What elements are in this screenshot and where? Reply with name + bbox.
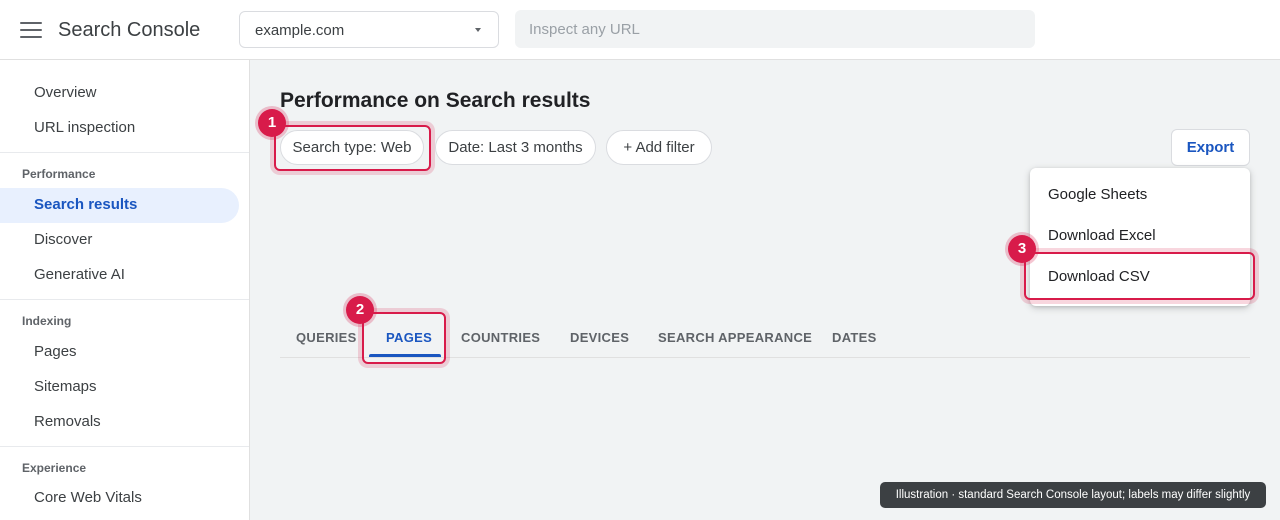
sidebar-section-indexing: Indexing xyxy=(22,314,72,328)
sidebar-item-pages[interactable]: Pages xyxy=(0,335,239,370)
chip-label: Search type: Web xyxy=(292,139,412,156)
tab-devices[interactable]: DEVICES xyxy=(570,322,629,358)
add-filter-chip[interactable]: + Add filter xyxy=(606,130,712,165)
inspect-url-input[interactable] xyxy=(515,10,1035,48)
tab-label: DATES xyxy=(832,330,877,345)
tab-label: COUNTRIES xyxy=(461,330,541,345)
export-button[interactable]: Export xyxy=(1171,129,1250,166)
menu-item-google-sheets[interactable]: Google Sheets xyxy=(1030,176,1250,214)
sidebar-item-url-inspection[interactable]: URL inspection xyxy=(0,111,239,146)
sidebar-section-performance: Performance xyxy=(22,167,96,181)
export-dropdown-menu: Google Sheets Download Excel Download CS… xyxy=(1030,168,1250,306)
tab-countries[interactable]: COUNTRIES xyxy=(461,322,540,358)
sidebar-item-search-results[interactable]: Search results xyxy=(0,188,239,223)
menu-item-label: Download Excel xyxy=(1048,227,1156,244)
step-badge-1: 1 xyxy=(258,109,286,137)
sidebar-item-label: Search results xyxy=(34,196,138,213)
sidebar-item-label: Generative AI xyxy=(34,266,125,283)
sidebar-item-discover[interactable]: Discover xyxy=(0,223,239,258)
menu-item-label: Google Sheets xyxy=(1048,186,1148,203)
tab-label: SEARCH APPEARANCE xyxy=(658,330,813,345)
step-badge-3: 3 xyxy=(1008,235,1036,263)
menu-item-download-excel[interactable]: Download Excel xyxy=(1030,217,1250,255)
tab-label: PAGES xyxy=(386,330,433,345)
illustration-footnote: Illustration · standard Search Console l… xyxy=(880,482,1266,508)
property-selector-value: example.com xyxy=(255,22,345,39)
app-title: Search Console xyxy=(58,19,201,41)
menu-item-label: Download CSV xyxy=(1048,268,1150,285)
sidebar: Overview URL inspection Performance Sear… xyxy=(0,60,250,520)
sidebar-item-label: Sitemaps xyxy=(34,378,97,395)
sidebar-item-label: Pages xyxy=(34,343,77,360)
search-type-filter-chip[interactable]: Search type: Web xyxy=(280,130,424,165)
page-title: Performance on Search results xyxy=(280,89,591,112)
sidebar-item-overview[interactable]: Overview xyxy=(0,76,239,111)
tab-dates[interactable]: DATES xyxy=(832,322,877,358)
active-tab-indicator xyxy=(369,354,441,357)
sidebar-item-label: Overview xyxy=(34,84,97,101)
hamburger-menu-icon[interactable] xyxy=(20,22,42,38)
step-badge-2: 2 xyxy=(346,296,374,324)
property-selector[interactable]: example.com xyxy=(239,11,499,48)
sidebar-item-label: Core Web Vitals xyxy=(34,489,142,506)
sidebar-item-label: Removals xyxy=(34,413,101,430)
sidebar-item-core-web-vitals[interactable]: Core Web Vitals xyxy=(0,481,239,516)
sidebar-item-label: URL inspection xyxy=(34,119,136,136)
sidebar-divider xyxy=(0,446,249,447)
menu-item-download-csv[interactable]: Download CSV xyxy=(1030,258,1250,296)
sidebar-item-removals[interactable]: Removals xyxy=(0,405,239,440)
sidebar-item-generative-ai[interactable]: Generative AI xyxy=(0,258,239,293)
chip-label: + Add filter xyxy=(623,139,695,156)
date-filter-chip[interactable]: Date: Last 3 months xyxy=(435,130,596,165)
export-button-label: Export xyxy=(1186,139,1235,156)
chip-label: Date: Last 3 months xyxy=(448,139,583,156)
sidebar-section-experience: Experience xyxy=(22,461,87,475)
sidebar-divider xyxy=(0,152,249,153)
tab-queries[interactable]: QUERIES xyxy=(296,322,357,358)
tab-label: DEVICES xyxy=(570,330,630,345)
caret-down-icon xyxy=(475,28,481,32)
tab-pages[interactable]: PAGES xyxy=(386,322,432,358)
sidebar-item-sitemaps[interactable]: Sitemaps xyxy=(0,370,239,405)
tab-search-appearance[interactable]: SEARCH APPEARANCE xyxy=(658,322,812,358)
tab-label: QUERIES xyxy=(296,330,357,345)
sidebar-divider xyxy=(0,299,249,300)
sidebar-item-label: Discover xyxy=(34,231,93,248)
top-bar: Search Console example.com xyxy=(0,0,1280,60)
